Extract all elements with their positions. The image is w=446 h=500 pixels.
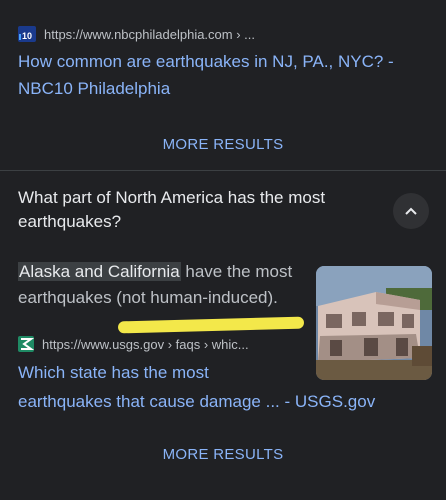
more-results-button-1[interactable]: MORE RESULTS (0, 136, 446, 153)
more-results-button-2[interactable]: MORE RESULTS (0, 446, 446, 463)
answer-text-2: earthquakes (not human-induced). (18, 288, 278, 307)
answer-snippet: Alaska and California have the most eart… (18, 259, 318, 311)
yellow-marker-underline (117, 316, 305, 334)
nbc10-icon: 10 (18, 26, 36, 42)
result1-source[interactable]: 10 https://www.nbcphiladelphia.com › ... (18, 26, 255, 42)
result2-source[interactable]: https://www.usgs.gov › faqs › whic... (18, 336, 249, 352)
usgs-icon (18, 336, 35, 352)
answer-text-1: have the most (180, 262, 293, 281)
question-line2: earthquakes? (18, 212, 122, 231)
result2-source-url: https://www.usgs.gov › faqs › whic... (42, 336, 249, 352)
divider (0, 170, 446, 171)
question-heading[interactable]: What part of North America has the most … (18, 186, 378, 234)
collapse-button[interactable] (393, 193, 429, 229)
result1-title-link[interactable]: How common are earthquakes in NJ, PA., N… (18, 48, 438, 102)
svg-text:10: 10 (22, 31, 32, 40)
result2-title-link[interactable]: Which state has the most earthquakes tha… (18, 358, 438, 416)
result1-title-line1: How common are earthquakes in NJ, PA., N… (18, 52, 394, 71)
result1-title-line2: NBC10 Philadelphia (18, 79, 171, 98)
question-line1: What part of North America has the most (18, 188, 326, 207)
result1-source-url: https://www.nbcphiladelphia.com › ... (44, 26, 255, 42)
answer-highlight: Alaska and California (18, 262, 181, 281)
chevron-up-icon (405, 207, 417, 215)
result2-title-line1: Which state has the most (18, 363, 209, 382)
result2-title-line2: earthquakes that cause damage ... - USGS… (18, 392, 376, 411)
